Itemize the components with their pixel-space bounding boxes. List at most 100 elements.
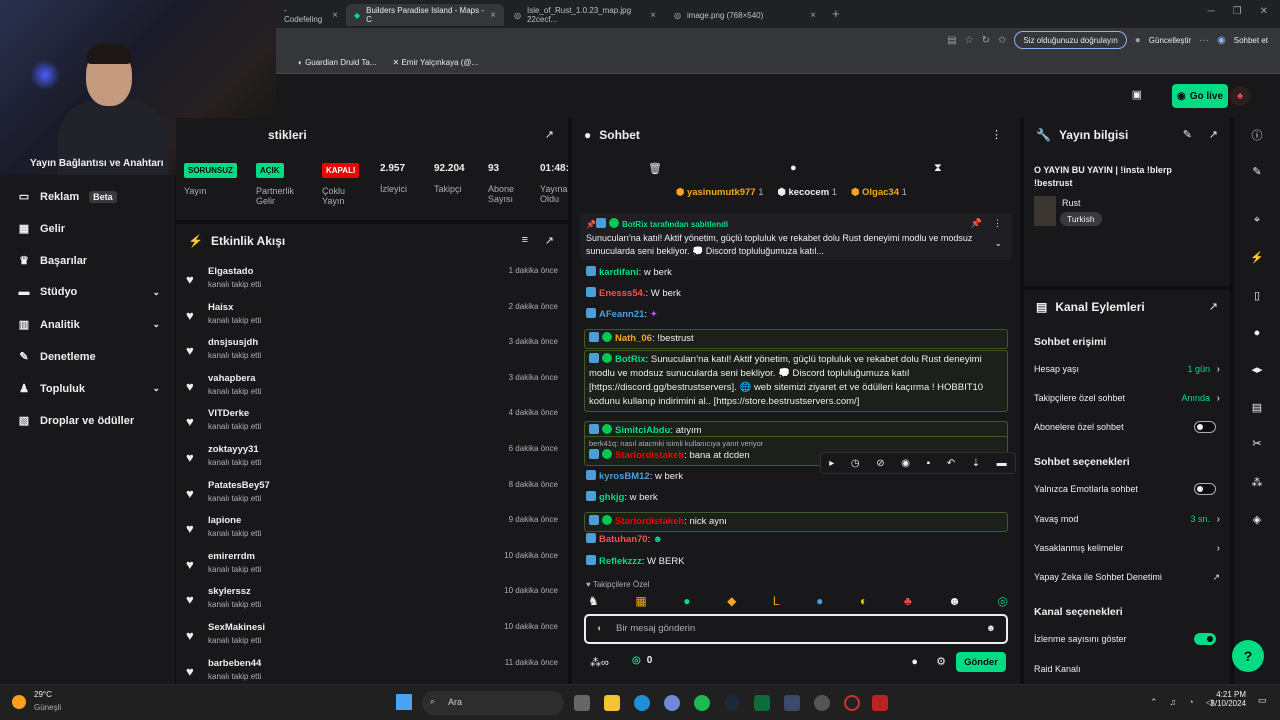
emote-icon[interactable]: ● — [683, 594, 690, 608]
close-icon[interactable]: × — [332, 10, 338, 21]
edge-icon[interactable] — [634, 695, 650, 711]
windows-start-icon[interactable] — [396, 694, 412, 710]
slow-mode-row[interactable]: Yavaş mod 3 sn. › — [1034, 514, 1220, 525]
notepad-icon[interactable] — [784, 695, 800, 711]
wrench-icon[interactable]: ✂ — [1247, 434, 1267, 454]
chat-username[interactable]: kardifani — [599, 267, 639, 278]
activity-row[interactable]: ♥ dnsjsusjdh kanalı takip etti 3 dakika önc… — [186, 335, 558, 369]
update-button[interactable]: Güncelleştir — [1149, 36, 1191, 45]
chevron-up-icon[interactable]: ⌃ — [1150, 697, 1158, 708]
pin-icon[interactable]: ⇣ — [972, 458, 980, 469]
discord-icon[interactable] — [664, 695, 680, 711]
weather-temp[interactable]: 29°C — [34, 690, 52, 699]
top-user[interactable]: ⬢ yasinumutk977 1 — [676, 187, 764, 198]
activity-user[interactable]: VITDerke — [208, 408, 249, 419]
chat-username[interactable]: Starlordistakeh — [615, 516, 684, 527]
popout-icon[interactable]: ↗ — [1209, 128, 1218, 141]
close-window-icon[interactable]: ✕ — [1260, 6, 1268, 17]
chat-username[interactable]: Nath_06 — [615, 333, 652, 344]
emote-only-toggle[interactable] — [1194, 483, 1216, 495]
activity-user[interactable]: vahapbera — [208, 373, 256, 384]
show-viewers-toggle[interactable] — [1194, 633, 1216, 645]
more-options-icon[interactable]: ⋮ — [993, 218, 1002, 229]
close-icon[interactable]: × — [650, 10, 656, 21]
chat-username[interactable]: Reflekzzz — [599, 556, 642, 567]
sidebar-item-reklam[interactable]: ▭ Reklam Beta — [18, 190, 160, 203]
filter-icon[interactable]: ≡ — [522, 234, 528, 246]
share-icon[interactable]: ⁂ — [1247, 473, 1267, 493]
top-user[interactable]: ⬢ Olgac34 1 — [851, 187, 907, 198]
terminal-icon[interactable] — [754, 695, 770, 711]
camera-icon[interactable]: ▣ — [1132, 88, 1142, 101]
emote-icon[interactable]: ◐ — [860, 594, 867, 608]
emote-icon[interactable]: ▦ — [635, 594, 646, 608]
chat-message[interactable]: ghkjg: w berk — [584, 491, 1008, 505]
undo-icon[interactable]: ↶ — [947, 458, 955, 469]
chat-message[interactable]: Reflekzzz: W BERK — [584, 555, 1008, 569]
reader-icon[interactable]: ▤ — [947, 35, 956, 46]
emote-icon[interactable]: ◎ — [998, 594, 1008, 608]
trash-icon[interactable]: ▬ — [997, 458, 1007, 469]
chat-bubble-icon[interactable]: ● — [790, 162, 797, 174]
activity-row[interactable]: ♥ zoktayyy31 kanalı takip etti 6 dakika önc… — [186, 442, 558, 476]
more-options-icon[interactable]: ⋮ — [991, 128, 1002, 141]
tag-pill[interactable]: Turkish — [1060, 212, 1102, 226]
top-user[interactable]: ⬢ kecocem 1 — [778, 187, 838, 198]
activity-row[interactable]: ♥ vahapbera kanalı takip etti 3 dakika önce — [186, 371, 558, 405]
go-live-button[interactable]: ◉ Go live — [1172, 84, 1228, 108]
unpin-icon[interactable]: 📌 — [971, 218, 982, 229]
activity-row[interactable]: ♥ Elgastado kanalı takip etti 1 dakika önce — [186, 264, 558, 298]
bits-icon[interactable]: ◖ — [596, 623, 602, 634]
profile-icon[interactable]: ● — [1135, 35, 1141, 46]
activity-user[interactable]: lapione — [208, 515, 241, 526]
help-button[interactable]: ? — [1232, 640, 1264, 672]
chat-username[interactable]: AFeann21 — [599, 309, 644, 320]
chat-username[interactable]: Batuhan70 — [599, 534, 648, 545]
chat-username[interactable]: SimitciAbdu — [615, 425, 670, 436]
popout-icon[interactable]: ↗ — [1209, 300, 1218, 313]
sidebar-item-droplar[interactable]: ▧ Droplar ve ödüller — [18, 414, 160, 428]
taskview-icon[interactable] — [574, 695, 590, 711]
info-icon[interactable]: ⓘ — [1247, 126, 1267, 146]
delete-icon[interactable]: ▪ — [927, 458, 931, 469]
sidebar-item-basarilar[interactable]: ♛ Başarılar — [18, 254, 160, 268]
chat-username[interactable]: BotRix — [615, 354, 646, 365]
channel-points[interactable]: ◎ 0 — [632, 655, 652, 666]
activity-user[interactable]: PatatesBey57 — [208, 480, 270, 491]
popout-icon[interactable]: ↗ — [545, 234, 554, 247]
wifi-icon[interactable]: ◔ — [1188, 697, 1193, 708]
close-icon[interactable]: × — [490, 10, 496, 21]
activity-user[interactable]: skylerssz — [208, 586, 251, 597]
target-icon[interactable]: ⌖ — [1247, 210, 1267, 230]
banned-words-row[interactable]: Yasaklanmış kelimeler › — [1034, 543, 1220, 554]
diamond-icon[interactable]: ◈ — [1247, 510, 1267, 530]
minimize-icon[interactable]: ─ — [1208, 6, 1215, 17]
refresh-icon[interactable]: ↻ — [982, 35, 990, 46]
activity-row[interactable]: ♥ SexMakinesi kanalı takip etti 10 dakika ö… — [186, 620, 558, 654]
activity-row[interactable]: ♥ Haisx kanalı takip etti 2 dakika önce — [186, 300, 558, 334]
notification-icon[interactable]: ▭ — [1258, 695, 1267, 706]
activity-row[interactable]: ♥ skylerssz kanalı takip etti 10 dakika önc… — [186, 584, 558, 618]
chevron-down-icon[interactable]: ⌄ — [994, 238, 1002, 249]
activity-row[interactable]: ♥ VITDerke kanalı takip etti 4 dakika önce — [186, 406, 558, 440]
activity-row[interactable]: ♥ lapione kanalı takip etti 9 dakika önce — [186, 513, 558, 547]
timeout-icon[interactable]: ◷ — [851, 458, 860, 469]
emote-icon[interactable]: ♞ — [588, 594, 599, 608]
document-icon[interactable]: ▯ — [1247, 286, 1267, 306]
activity-user[interactable]: emirerrdm — [208, 551, 255, 562]
ban-icon[interactable]: ⊘ — [876, 458, 884, 469]
edit-icon[interactable]: ✎ — [1183, 128, 1192, 141]
browser-tab[interactable]: ◎ image.png (768×540) × — [666, 4, 824, 26]
bookmark-item[interactable]: ◐ Guardian Druid Ta... — [298, 58, 377, 67]
hourglass-icon[interactable]: ⧗ — [934, 162, 942, 175]
maximize-icon[interactable]: ❐ — [1233, 6, 1242, 17]
close-icon[interactable]: × — [810, 10, 816, 21]
connection-icon[interactable]: ⁂∞ — [590, 656, 609, 669]
activity-user[interactable]: dnsjsusjdh — [208, 337, 258, 348]
raid-channel-row[interactable]: Raid Kanalı — [1034, 664, 1220, 674]
chat-username[interactable]: kyrosBM12 — [599, 471, 650, 482]
sidebar-item-studyo[interactable]: ▬ Stüdyo ⌄ — [18, 286, 161, 298]
sidebar-item-denetleme[interactable]: ✎ Denetleme — [18, 350, 160, 364]
favorites-icon[interactable]: ✩ — [998, 35, 1006, 46]
new-tab-icon[interactable]: + — [832, 6, 840, 21]
